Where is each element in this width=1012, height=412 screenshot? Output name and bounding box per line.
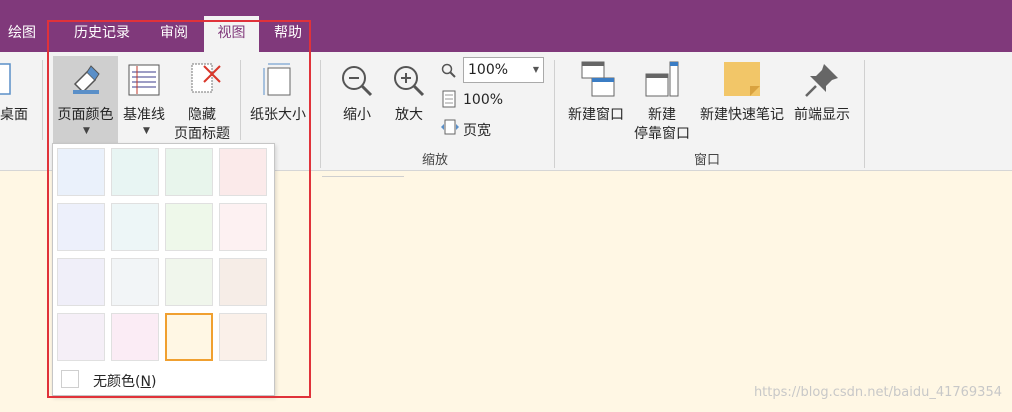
note-title-line — [322, 176, 404, 177]
new-window-button[interactable]: 新建窗口 — [565, 104, 627, 124]
tab-help[interactable]: 帮助 — [264, 16, 312, 52]
tab-review[interactable]: 审阅 — [150, 16, 198, 52]
hide-title-icon — [191, 63, 221, 93]
color-swatch[interactable] — [219, 203, 267, 251]
page-color-dropdown: 无颜色(N) — [52, 143, 275, 396]
always-on-top-button[interactable]: 前端显示 — [790, 104, 854, 124]
chevron-down-icon[interactable]: ▼ — [533, 58, 539, 82]
color-swatch[interactable] — [57, 203, 105, 251]
window-group-label: 窗口 — [694, 153, 721, 168]
separator — [240, 60, 241, 140]
zoom-group-label: 缩放 — [422, 153, 449, 168]
chevron-down-icon: ▼ — [143, 126, 150, 136]
rule-lines-button[interactable]: 基准线 — [120, 104, 168, 124]
desktop-button[interactable]: 桌面 — [0, 104, 28, 124]
color-swatch[interactable] — [165, 148, 213, 196]
watermark: https://blog.csdn.net/baidu_41769354 — [753, 385, 1002, 400]
no-color-option[interactable]: 无颜色(N) — [93, 371, 156, 391]
page-icon — [442, 90, 456, 108]
separator — [554, 60, 555, 168]
zoom-in-icon — [394, 66, 425, 97]
paper-size-icon — [263, 63, 291, 96]
color-swatch[interactable] — [165, 258, 213, 306]
new-docked-line2[interactable]: 停靠窗口 — [630, 123, 694, 143]
color-swatch[interactable] — [165, 203, 213, 251]
no-color-accelerator: N — [140, 374, 151, 390]
zoom-level-input[interactable]: 100% ▼ — [463, 57, 544, 83]
color-swatch[interactable] — [219, 258, 267, 306]
no-color-prefix: 无颜色( — [93, 374, 141, 390]
tab-draw[interactable]: 绘图 — [0, 16, 44, 52]
color-swatch[interactable] — [57, 258, 105, 306]
no-color-swatch[interactable] — [61, 370, 79, 388]
page-color-icon — [73, 65, 100, 94]
zoom-in-button[interactable]: 放大 — [390, 104, 428, 124]
tab-bar: 绘图 历史记录 审阅 视图 帮助 — [0, 0, 1012, 52]
new-quick-note-button[interactable]: 新建快速笔记 — [697, 104, 787, 124]
page-width-button[interactable]: 页宽 — [463, 120, 491, 140]
quick-note-icon — [724, 62, 760, 96]
color-swatch[interactable] — [165, 313, 213, 361]
separator — [320, 60, 321, 168]
no-color-suffix: ) — [150, 374, 157, 390]
color-swatch[interactable] — [111, 258, 159, 306]
desktop-icon — [0, 63, 11, 95]
pin-icon — [805, 64, 838, 97]
zoom-out-button[interactable]: 缩小 — [338, 104, 376, 124]
chevron-down-icon: ▼ — [83, 126, 90, 136]
search-icon — [441, 63, 456, 78]
paper-size-button[interactable]: 纸张大小 — [247, 104, 309, 124]
tab-history[interactable]: 历史记录 — [60, 16, 144, 52]
color-swatch[interactable] — [57, 148, 105, 196]
zoom-out-icon — [342, 66, 373, 97]
zoom-level-value: 100% — [468, 62, 509, 78]
page-color-label: 页面颜色 — [57, 107, 114, 123]
color-swatch[interactable] — [219, 148, 267, 196]
zoom-100-button[interactable]: 100% — [463, 92, 503, 108]
color-swatch[interactable] — [111, 313, 159, 361]
separator — [42, 60, 43, 140]
color-swatch[interactable] — [111, 148, 159, 196]
rule-lines-icon — [128, 64, 160, 96]
tab-view[interactable]: 视图 — [204, 16, 259, 52]
new-window-icon — [581, 61, 615, 97]
new-docked-line1[interactable]: 新建 — [630, 104, 694, 124]
color-swatch[interactable] — [219, 313, 267, 361]
hide-title-line1[interactable]: 隐藏 — [170, 104, 234, 124]
page-width-icon — [441, 119, 459, 135]
color-swatch[interactable] — [57, 313, 105, 361]
separator — [864, 60, 865, 168]
hide-title-line2[interactable]: 页面标题 — [170, 123, 234, 143]
new-docked-window-icon — [645, 61, 679, 97]
color-swatch[interactable] — [111, 203, 159, 251]
